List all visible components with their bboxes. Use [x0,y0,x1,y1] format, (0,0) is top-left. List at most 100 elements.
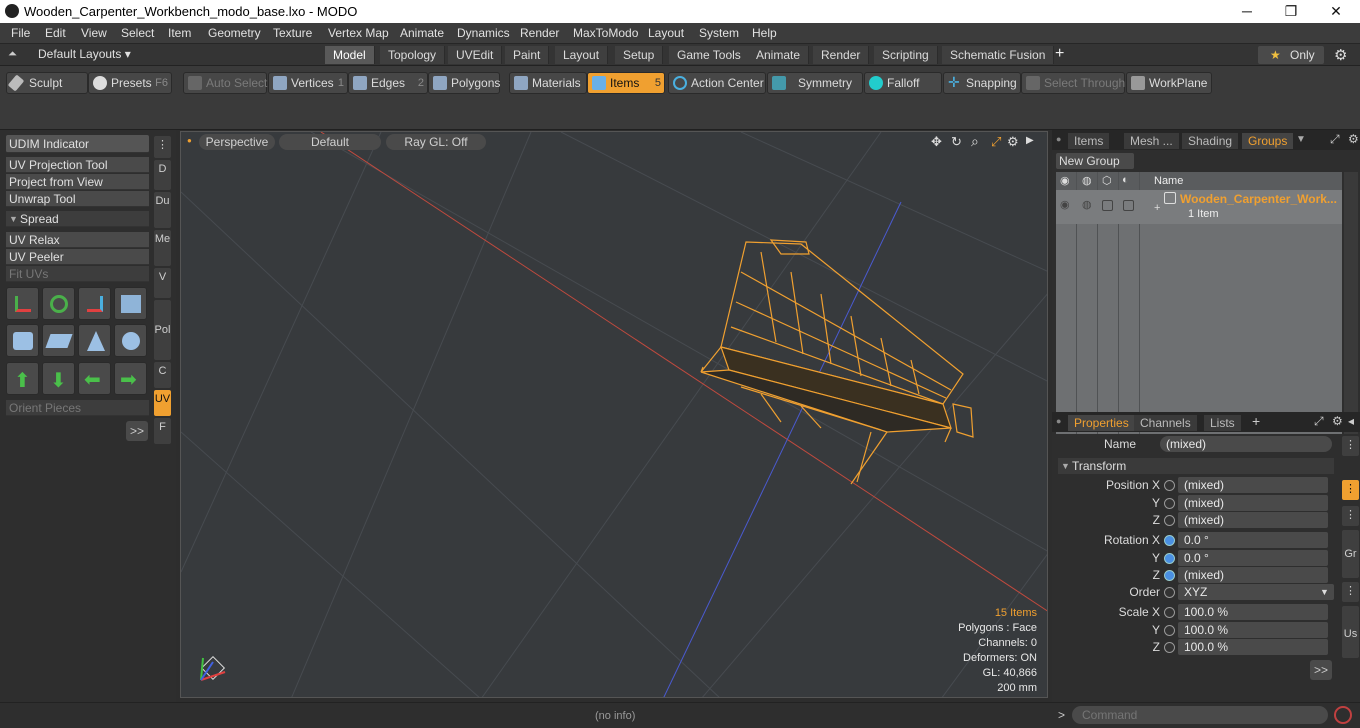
tab-channels[interactable]: Channels [1134,415,1197,431]
tab-model[interactable]: Model [325,46,375,64]
expand-panel-icon[interactable]: ⤢ [1314,414,1324,429]
menu-texture[interactable]: Texture [273,26,312,40]
position-y-field[interactable]: (mixed) [1178,495,1328,511]
position-z-anim-dot[interactable] [1164,515,1175,526]
fit-view-icon[interactable]: ⤢ [991,134,1001,150]
arrow-right-icon[interactable]: ➡ [114,362,147,395]
uv-cylinder-icon[interactable] [6,324,39,357]
menu-help[interactable]: Help [752,26,777,40]
position-z-field[interactable]: (mixed) [1178,512,1328,528]
command-input[interactable] [1072,706,1328,724]
close-button[interactable]: ✕ [1313,0,1359,23]
vtab-uv[interactable]: UV [154,390,171,416]
tab-properties[interactable]: Properties [1068,415,1135,431]
select-through-button[interactable]: Select Through [1021,72,1125,94]
orient-pieces-button[interactable]: Orient Pieces [6,400,149,416]
vtab-du[interactable]: Du [154,192,171,228]
scale-z-anim-dot[interactable] [1164,642,1175,653]
falloff-button[interactable]: Falloff [864,72,942,94]
select-icon[interactable]: ◐ [1122,174,1129,186]
workplane-button[interactable]: WorkPlane [1126,72,1212,94]
rotation-x-field[interactable]: 0.0 ° [1178,532,1328,548]
polygons-button[interactable]: Polygons [428,72,500,94]
uv-scale-icon[interactable] [114,287,147,320]
row-select-checkbox[interactable] [1123,200,1134,211]
items-button[interactable]: Items 5 [587,72,665,94]
uv-relax-button[interactable]: UV Relax [6,232,149,248]
tab-setup[interactable]: Setup [615,46,664,64]
uv-pyramid-icon[interactable] [78,324,111,357]
add-tab-button[interactable]: + [1055,45,1064,63]
uv-transform-icon[interactable] [6,287,39,320]
render-icon[interactable]: ◍ [1082,174,1092,187]
vertices-button[interactable]: Vertices 1 [268,72,348,94]
row-lock-checkbox[interactable] [1102,200,1113,211]
vtab-f[interactable]: F [154,418,171,444]
scale-x-field[interactable]: 100.0 % [1178,604,1328,620]
rotation-y-anim-dot[interactable] [1164,553,1175,564]
scale-z-field[interactable]: 100.0 % [1178,639,1328,655]
tab-animate[interactable]: Animate [748,46,810,64]
menu-layout[interactable]: Layout [648,26,684,40]
menu-file[interactable]: File [11,26,30,40]
arrow-left-icon[interactable]: ⬅ [78,362,111,395]
row-eye-icon[interactable]: ◉ [1060,198,1070,211]
presets-button[interactable]: Presets F6 [88,72,172,94]
uv-move-icon[interactable] [78,287,111,320]
order-dropdown[interactable]: XYZ [1178,584,1334,600]
position-x-field[interactable]: (mixed) [1178,477,1328,493]
lock-icon[interactable]: ⬡ [1102,174,1112,187]
edges-button[interactable]: Edges 2 [348,72,428,94]
name-column-header[interactable]: Name [1154,175,1183,187]
action-center-button[interactable]: Action Center [668,72,766,94]
more-tools-button[interactable]: >> [126,421,148,441]
vtab-gr[interactable]: Gr [1342,530,1359,578]
project-from-view-button[interactable]: Project from View [6,174,149,190]
spread-section[interactable]: ▼ Spread [6,211,149,227]
scale-x-anim-dot[interactable] [1164,607,1175,618]
name-field[interactable]: (mixed) [1160,436,1332,452]
rotation-z-field[interactable]: (mixed) [1178,567,1328,583]
group-row[interactable]: ◉ ◍ + Wooden_Carpenter_Work... 1 Item [1056,190,1342,224]
rotation-x-anim-dot[interactable] [1164,535,1175,546]
tab-items[interactable]: Items [1068,133,1110,149]
viewport-expand-icon[interactable]: ▶ [1026,135,1034,146]
vtab-active[interactable]: ⋮ [1342,480,1359,500]
chevron-down-icon[interactable]: ▼ [1320,584,1329,601]
rotate-view-icon[interactable]: ↻ [951,134,962,150]
default-layouts-dropdown[interactable]: Default Layouts ▾ [38,47,131,61]
only-toggle[interactable]: ★ Only [1258,46,1324,64]
visibility-eye-icon[interactable]: ◉ [1060,174,1070,187]
symmetry-button[interactable]: Symmetry [767,72,863,94]
menu-render[interactable]: Render [520,26,559,40]
maximize-button[interactable]: ❐ [1268,0,1314,23]
panel-close-icon[interactable]: ◂ [1348,414,1354,428]
rotation-z-anim-dot[interactable] [1164,570,1175,581]
panel-menu-icon[interactable]: ⚙ [1332,414,1343,428]
minimize-button[interactable]: ─ [1224,0,1270,23]
uv-peeler-button[interactable]: UV Peeler [6,249,149,265]
scale-y-anim-dot[interactable] [1164,625,1175,636]
zoom-icon[interactable]: ⌕ [971,133,979,150]
udim-indicator-button[interactable]: UDIM Indicator [6,135,149,153]
3d-viewport[interactable]: ● Perspective Default Ray GL: Off ✥ ↻ ⌕ … [180,131,1048,698]
transform-section[interactable]: ▼ Transform [1058,458,1334,474]
tab-layout[interactable]: Layout [555,46,609,64]
menu-edit[interactable]: Edit [45,26,66,40]
menu-animate[interactable]: Animate [400,26,444,40]
fit-uvs-button[interactable]: Fit UVs [6,266,149,282]
perspective-button[interactable]: Perspective [199,134,275,150]
shading-default-button[interactable]: Default [279,134,381,150]
uv-rotate-icon[interactable] [42,287,75,320]
viewport-menu-dot-icon[interactable]: ● [187,136,195,145]
sculpt-button[interactable]: Sculpt [6,72,88,94]
viewport-settings-icon[interactable]: ⚙ [1007,134,1019,150]
expand-plus-icon[interactable]: + [1154,202,1160,214]
vtab-options[interactable]: ⋮ [154,136,171,158]
group-name[interactable]: Wooden_Carpenter_Work... [1180,192,1337,206]
tab-scripting[interactable]: Scripting [874,46,938,64]
menu-vertex-map[interactable]: Vertex Map [328,26,389,40]
scale-y-field[interactable]: 100.0 % [1178,622,1328,638]
tab-shading[interactable]: Shading [1182,133,1239,149]
vtab-pol[interactable]: Pol [154,300,171,360]
